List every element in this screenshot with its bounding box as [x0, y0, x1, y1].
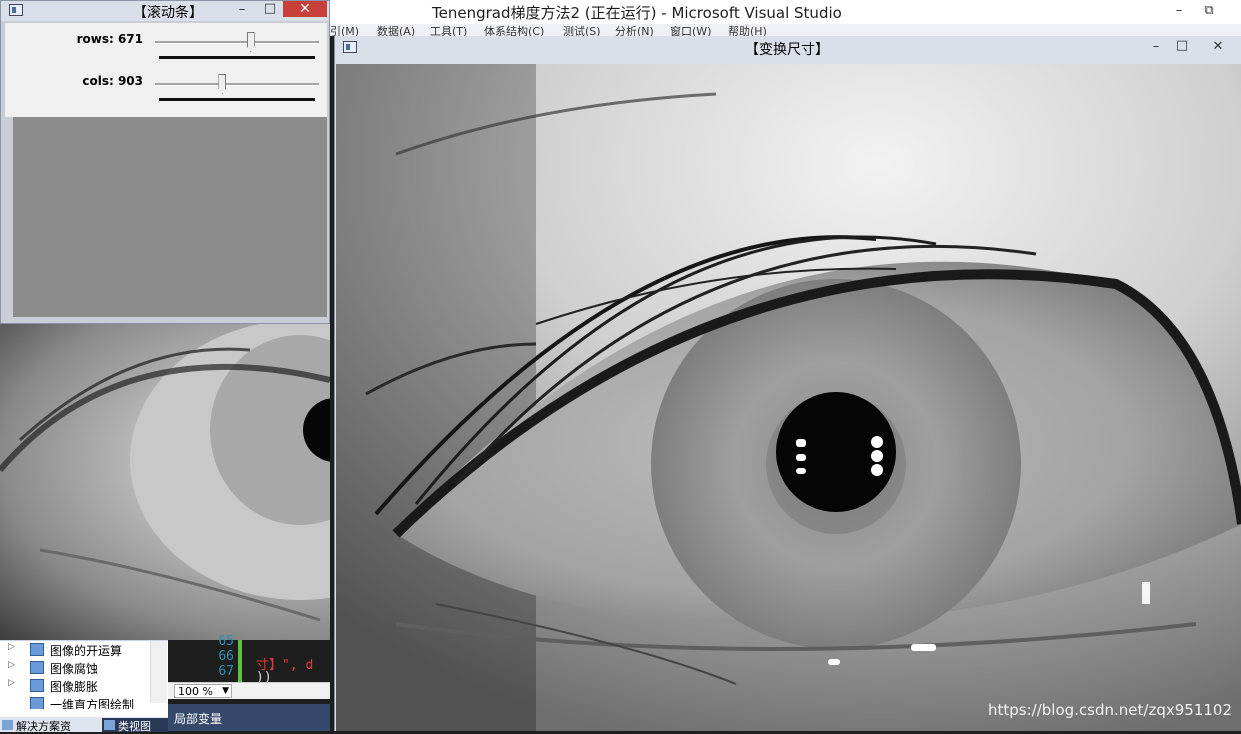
code-editor[interactable]: 65 66 67 寸】", d )): [168, 634, 330, 685]
project-icon: [30, 697, 44, 709]
project-icon: [30, 679, 44, 692]
close-button[interactable]: ✕: [1207, 38, 1229, 56]
vertical-scrollbar[interactable]: [150, 641, 167, 703]
chevron-down-icon: ▼: [222, 686, 229, 696]
maximize-button[interactable]: □: [259, 0, 281, 18]
line-numbers: 65 66 67: [198, 634, 234, 682]
trackbar-panel: rows: 671 cols: 903: [5, 23, 327, 117]
line-number: 65: [218, 634, 234, 649]
tab-solution-explorer[interactable]: 解决方案资: [0, 718, 100, 733]
expand-arrow-icon[interactable]: ▷: [8, 642, 15, 652]
solution-icon: [2, 720, 13, 730]
rows-slider-baseline: [159, 56, 315, 59]
tree-item[interactable]: ▷ 图像腐蚀: [0, 659, 165, 677]
zoom-select[interactable]: 100 % ▼: [174, 684, 232, 698]
window-app-icon: [343, 41, 357, 53]
menu-item[interactable]: 数据(A): [377, 24, 415, 36]
tree-item-label: 图像腐蚀: [50, 662, 99, 676]
menu-item[interactable]: 引(M): [330, 24, 359, 36]
project-icon: [30, 661, 44, 674]
local-vars-panel[interactable]: 局部变量: [168, 704, 330, 731]
panel-title: 局部变量: [174, 712, 223, 726]
menu-item[interactable]: 分析(N): [615, 24, 654, 36]
window-title: 【滚动条】: [133, 5, 203, 21]
tab-label: 类视图: [118, 720, 151, 733]
minimize-button[interactable]: –: [1145, 38, 1167, 56]
rows-label: rows: 671: [76, 32, 143, 46]
maximize-button[interactable]: □: [1171, 37, 1193, 55]
class-view-icon: [104, 720, 115, 730]
minimize-button[interactable]: –: [231, 1, 253, 19]
line-number: 67: [218, 664, 234, 679]
vs-titlebar: Tenengrad梯度方法2 (正在运行) - Microsoft Visual…: [330, 0, 1241, 25]
zoom-value: 100 %: [178, 685, 213, 698]
menu-item[interactable]: 体系结构(C): [484, 24, 544, 36]
menu-item[interactable]: 工具(T): [430, 24, 467, 36]
cols-slider-thumb[interactable]: [218, 74, 227, 94]
window-titlebar[interactable]: 【变换尺寸】 – □ ✕: [335, 36, 1241, 62]
window-title: 【变换尺寸】: [745, 42, 829, 58]
solution-explorer: ▷ 图像的开运算 ▷ 图像腐蚀 ▷ 图像膨胀 一维直方图绘制 解决方案资 类视图: [0, 640, 168, 733]
menu-item[interactable]: 帮助(H): [728, 24, 767, 36]
tab-class-view[interactable]: 类视图: [102, 718, 168, 733]
rows-slider-thumb[interactable]: [246, 32, 255, 52]
explorer-tabs: 解决方案资 类视图: [0, 717, 168, 733]
background-eye-image: [0, 320, 330, 640]
eye-image: https://blog.csdn.net/zqx951102: [336, 64, 1241, 731]
window-app-icon: [9, 4, 23, 16]
rows-slider-track[interactable]: [155, 41, 319, 44]
tree-item[interactable]: ▷ 图像的开运算: [0, 641, 165, 659]
menu-item[interactable]: 窗口(W): [670, 24, 711, 36]
editor-statusbar: 100 % ▼: [168, 682, 330, 699]
tree-item-label: 图像的开运算: [50, 644, 123, 658]
trackbar-window: 【滚动条】 – □ ✕ rows: 671 cols: 903: [0, 0, 330, 324]
vs-minimize-button[interactable]: –: [1168, 2, 1190, 20]
tree-item-label: 一维直方图绘制: [50, 698, 135, 709]
watermark-text: https://blog.csdn.net/zqx951102: [988, 701, 1232, 719]
tab-label: 解决方案资: [16, 720, 71, 733]
window-titlebar[interactable]: 【滚动条】 – □ ✕: [1, 1, 329, 21]
change-marker: [238, 640, 242, 682]
project-icon: [30, 643, 44, 656]
vs-restore-button[interactable]: ⧉: [1198, 2, 1220, 20]
tree-item[interactable]: 一维直方图绘制: [0, 695, 165, 709]
trackbar-image-area: [13, 117, 327, 317]
expand-arrow-icon[interactable]: ▷: [8, 678, 15, 688]
expand-arrow-icon[interactable]: ▷: [8, 660, 15, 670]
cols-slider-baseline: [159, 98, 315, 101]
line-number: 66: [218, 649, 234, 664]
cols-label: cols: 903: [82, 74, 143, 88]
vs-window-title: Tenengrad梯度方法2 (正在运行) - Microsoft Visual…: [432, 4, 842, 22]
menu-item[interactable]: 测试(S): [563, 24, 601, 36]
tree-item-label: 图像膨胀: [50, 680, 99, 694]
resize-window: 【变换尺寸】 – □ ✕ https://blog.csdn.net/zqx95…: [334, 36, 1241, 731]
close-button[interactable]: ✕: [283, 1, 327, 17]
vs-menubar: 引(M) 数据(A) 工具(T) 体系结构(C) 测试(S) 分析(N) 窗口(…: [330, 24, 1241, 36]
tree-item[interactable]: ▷ 图像膨胀: [0, 677, 165, 695]
cols-slider-track[interactable]: [155, 83, 319, 86]
